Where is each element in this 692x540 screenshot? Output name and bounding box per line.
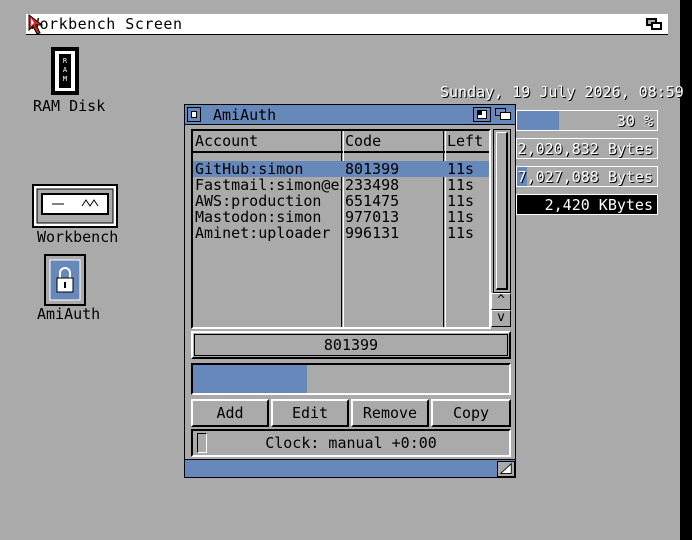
ram-disk-label: RAM Disk bbox=[33, 97, 106, 115]
time-left: 11s bbox=[447, 209, 475, 225]
virtual-memory-gauge: 2,420 KBytes bbox=[516, 194, 658, 215]
account-code: 233498 bbox=[345, 177, 400, 193]
time-left: 11s bbox=[447, 161, 475, 177]
account-name: GitHub:simon bbox=[195, 161, 304, 177]
remove-button[interactable]: Remove bbox=[351, 399, 429, 427]
list-scrollbar[interactable] bbox=[493, 129, 511, 293]
account-code: 977013 bbox=[345, 209, 400, 225]
chip-memory-text: 2,020,832 Bytes bbox=[517, 140, 653, 158]
list-item[interactable]: Mastodon:simon 977013 11s bbox=[193, 209, 489, 225]
account-code: 801399 bbox=[345, 161, 400, 177]
workbench-label: Workbench bbox=[37, 228, 119, 246]
close-icon[interactable] bbox=[187, 107, 201, 122]
clock-status: Clock: manual +0:00 bbox=[191, 429, 511, 457]
screen-edge bbox=[680, 0, 692, 540]
time-left: 11s bbox=[447, 193, 475, 209]
screen-title-bar[interactable]: Workbench Screen bbox=[26, 14, 668, 35]
cpu-gauge-fill bbox=[517, 111, 559, 130]
list-item[interactable]: Fastmail:simon@exa 233498 11s bbox=[193, 177, 489, 193]
disk-drive-icon[interactable] bbox=[32, 184, 118, 228]
amiauth-window[interactable]: AmiAuth Account Code Left GitHub:simon 8… bbox=[184, 104, 516, 478]
account-list[interactable]: Account Code Left GitHub:simon 801399 11… bbox=[191, 129, 491, 329]
clock-status-text: Clock: manual +0:00 bbox=[265, 434, 437, 452]
chip-memory-gauge: 2,020,832 Bytes bbox=[516, 138, 658, 159]
code-expiry-progress bbox=[191, 363, 511, 395]
list-item[interactable]: AWS:production 651475 11s bbox=[193, 193, 489, 209]
zoom-icon[interactable] bbox=[473, 107, 491, 122]
window-title: AmiAuth bbox=[213, 106, 277, 124]
svg-text:M: M bbox=[63, 75, 67, 83]
account-name: Mastodon:simon bbox=[195, 209, 322, 225]
scroll-down-button[interactable]: v bbox=[491, 310, 511, 327]
cpu-usage-text: 30 % bbox=[616, 112, 653, 130]
window-title-bar[interactable]: AmiAuth bbox=[185, 105, 515, 125]
window-bottom-border bbox=[185, 459, 515, 477]
clock-indicator bbox=[197, 433, 207, 453]
progress-fill bbox=[193, 365, 307, 393]
current-code-text: 801399 bbox=[323, 336, 379, 354]
date-time-display: Sunday, 19 July 2026, 08:59 bbox=[440, 83, 684, 101]
list-item[interactable]: GitHub:simon 801399 11s bbox=[193, 161, 489, 177]
account-code: 651475 bbox=[345, 193, 400, 209]
current-code-display: 801399 bbox=[191, 331, 511, 359]
resize-icon[interactable] bbox=[497, 461, 515, 477]
scroll-up-button[interactable]: ^ bbox=[491, 293, 511, 310]
column-header-code[interactable]: Code bbox=[345, 132, 381, 150]
time-left: 11s bbox=[447, 177, 475, 193]
copy-button[interactable]: Copy bbox=[431, 399, 511, 427]
column-header-account[interactable]: Account bbox=[195, 132, 258, 150]
column-header-left[interactable]: Left bbox=[447, 132, 483, 150]
time-left: 11s bbox=[447, 225, 475, 241]
ram-disk-icon[interactable]: R A M bbox=[50, 46, 80, 96]
screen-depth-icon[interactable] bbox=[644, 16, 664, 32]
account-name: AWS:production bbox=[195, 193, 322, 209]
lock-app-icon[interactable] bbox=[44, 254, 86, 306]
account-code: 996131 bbox=[345, 225, 400, 241]
fast-memory-text: 7,027,088 Bytes bbox=[517, 168, 653, 186]
fast-memory-gauge: 7,027,088 Bytes bbox=[516, 166, 658, 187]
screen-title: Workbench Screen bbox=[30, 15, 183, 33]
amiauth-label: AmiAuth bbox=[37, 305, 101, 323]
virtual-memory-text: 2,420 KBytes bbox=[544, 196, 653, 214]
add-button[interactable]: Add bbox=[191, 399, 269, 427]
edit-button[interactable]: Edit bbox=[271, 399, 349, 427]
window-depth-icon[interactable] bbox=[494, 107, 514, 122]
account-name: Aminet:uploader bbox=[195, 225, 331, 241]
mouse-pointer-icon bbox=[28, 14, 44, 35]
list-item[interactable]: Aminet:uploader 996131 11s bbox=[193, 225, 489, 241]
cpu-gauge: 30 % bbox=[516, 110, 658, 131]
scrollbar-knob[interactable] bbox=[496, 132, 508, 290]
account-name: Fastmail:simon@exa bbox=[195, 177, 341, 193]
